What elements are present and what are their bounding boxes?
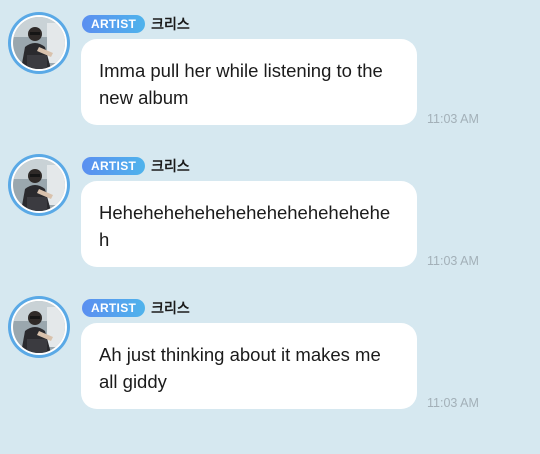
- chat-message: ARTIST 크리스 Imma pull her while listening…: [0, 12, 540, 142]
- chat-message: ARTIST 크리스 Ah just thinking about it mak…: [0, 296, 540, 426]
- artist-avatar[interactable]: [8, 296, 70, 358]
- profile-photo-icon: [13, 159, 65, 211]
- artist-badge: ARTIST: [82, 15, 146, 33]
- sender-name[interactable]: 크리스: [151, 298, 190, 318]
- artist-avatar[interactable]: [8, 12, 70, 74]
- chat-message: ARTIST 크리스 Hehehehehehehehehehehehehehe …: [0, 154, 540, 284]
- message-timestamp: 11:03 AM: [427, 254, 479, 268]
- sender-row: ARTIST 크리스: [82, 156, 190, 176]
- profile-photo-icon: [13, 17, 65, 69]
- message-bubble[interactable]: Imma pull her while listening to the new…: [81, 39, 417, 125]
- message-bubble[interactable]: Hehehehehehehehehehehehehehe h: [81, 181, 417, 267]
- artist-avatar[interactable]: [8, 154, 70, 216]
- message-timestamp: 11:03 AM: [427, 396, 479, 410]
- message-timestamp: 11:03 AM: [427, 112, 479, 126]
- artist-badge: ARTIST: [82, 299, 146, 317]
- sender-row: ARTIST 크리스: [82, 298, 190, 318]
- profile-photo-icon: [13, 301, 65, 353]
- artist-badge: ARTIST: [82, 157, 146, 175]
- message-bubble[interactable]: Ah just thinking about it makes me all g…: [81, 323, 417, 409]
- sender-row: ARTIST 크리스: [82, 14, 190, 34]
- sender-name[interactable]: 크리스: [151, 156, 190, 176]
- sender-name[interactable]: 크리스: [151, 14, 190, 34]
